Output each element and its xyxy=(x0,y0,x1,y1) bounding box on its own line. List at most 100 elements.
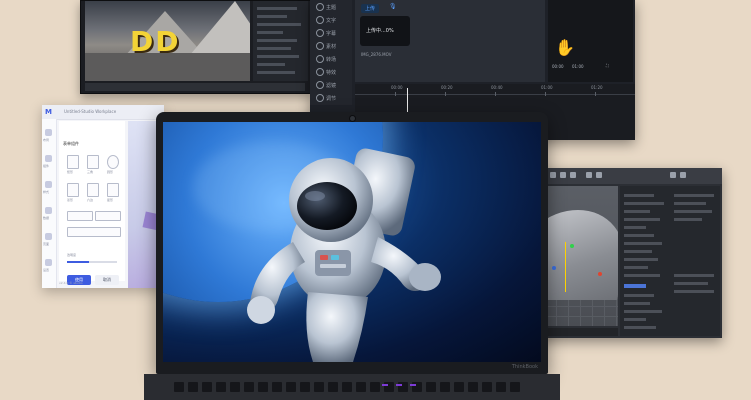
gizmo-handle-green[interactable] xyxy=(570,244,574,248)
tag-icon[interactable] xyxy=(596,172,602,178)
object-row[interactable] xyxy=(624,226,646,229)
sidebar-item-transition[interactable]: 转场 xyxy=(326,56,336,63)
property-row[interactable] xyxy=(257,47,291,50)
object-row[interactable] xyxy=(624,302,650,305)
adjust-icon[interactable] xyxy=(316,94,324,102)
settings-icon[interactable] xyxy=(45,259,52,266)
gizmo-handle-red[interactable] xyxy=(598,272,602,276)
sidebar-item-assets[interactable]: 素材 xyxy=(326,43,336,50)
property-row[interactable] xyxy=(257,71,295,74)
layout-icon[interactable] xyxy=(670,172,676,178)
data-icon[interactable] xyxy=(45,207,52,214)
nurbs-icon[interactable] xyxy=(570,172,576,178)
transition-icon[interactable] xyxy=(316,55,324,63)
object-row[interactable] xyxy=(624,294,654,297)
upload-chip[interactable]: 上传 xyxy=(361,4,380,13)
settings-icon[interactable] xyxy=(680,172,686,178)
property-row[interactable] xyxy=(257,55,299,58)
keyboard-key xyxy=(496,382,506,392)
gizmo-axis-y[interactable] xyxy=(565,242,566,292)
subtitle-icon[interactable] xyxy=(316,29,324,37)
attribute-row[interactable] xyxy=(674,202,706,205)
sidebar-item-text[interactable]: 文字 xyxy=(326,17,336,24)
component-icon[interactable] xyxy=(45,155,52,162)
property-row[interactable] xyxy=(257,7,297,10)
attribute-row[interactable] xyxy=(674,194,714,197)
material-icon[interactable] xyxy=(586,172,592,178)
keyboard-key xyxy=(370,382,380,392)
shape-rectangle-icon[interactable] xyxy=(67,155,79,169)
asset-icon[interactable] xyxy=(316,42,324,50)
sidebar-item-theme[interactable]: 主题 xyxy=(326,4,336,11)
textarea-widget-icon[interactable] xyxy=(67,227,121,237)
attribute-row[interactable] xyxy=(674,274,714,277)
keyboard-backlight xyxy=(410,384,416,386)
object-row[interactable] xyxy=(624,250,652,253)
spline-icon[interactable] xyxy=(560,172,566,178)
object-row[interactable] xyxy=(624,234,654,237)
sidebar-item-filter[interactable]: 滤镜 xyxy=(326,82,336,89)
form-editor-window: M Untitled-Studio Workplace 布局 组件 样式 数据 … xyxy=(42,105,164,288)
object-row[interactable] xyxy=(624,194,654,197)
object-row[interactable] xyxy=(624,258,658,261)
shape-triangle-icon[interactable] xyxy=(87,155,99,169)
keyboard-key xyxy=(174,382,184,392)
attribute-row[interactable] xyxy=(674,290,714,293)
video-preview-area: 上传 🎙 上传中...0% IMG_2876.MOV xyxy=(355,0,545,82)
shape-hexagon-icon[interactable] xyxy=(87,183,99,197)
filter-icon[interactable] xyxy=(316,81,324,89)
attribute-row[interactable] xyxy=(674,210,712,213)
shape-diamond-icon[interactable] xyxy=(67,183,79,197)
attribute-row[interactable] xyxy=(674,282,708,285)
timeline-tick xyxy=(445,92,446,96)
property-row[interactable] xyxy=(257,63,285,66)
theme-icon[interactable] xyxy=(316,3,324,11)
timeline-tick xyxy=(495,92,496,96)
property-row[interactable] xyxy=(257,23,301,26)
deformer-icon[interactable] xyxy=(550,172,556,178)
property-row[interactable] xyxy=(257,15,287,18)
attribute-row[interactable] xyxy=(674,218,702,221)
sidebar-item-subtitle[interactable]: 字幕 xyxy=(326,30,336,37)
fullscreen-icon[interactable]: ⛶ xyxy=(606,63,609,68)
text-icon[interactable] xyxy=(316,16,324,24)
shape-star-icon[interactable] xyxy=(107,183,119,197)
gizmo-handle-blue[interactable] xyxy=(552,266,556,270)
cancel-button[interactable]: 取消 xyxy=(95,275,119,285)
style-icon[interactable] xyxy=(45,181,52,188)
object-row[interactable] xyxy=(624,242,662,245)
object-row[interactable] xyxy=(624,326,656,329)
scene-viewport[interactable]: DD xyxy=(85,1,250,81)
object-row[interactable] xyxy=(624,310,662,313)
object-row-selected[interactable] xyxy=(624,284,646,288)
effect-icon[interactable] xyxy=(316,68,324,76)
object-row[interactable] xyxy=(624,266,648,269)
layout-icon[interactable] xyxy=(45,129,52,136)
sidebar-item-effects[interactable]: 特效 xyxy=(326,69,336,76)
astronaut-visor xyxy=(297,182,357,230)
keyboard-key xyxy=(342,382,352,392)
slider-label: 透明度 xyxy=(67,253,77,257)
input-widget-icon[interactable] xyxy=(67,211,93,221)
property-row[interactable] xyxy=(257,31,283,34)
current-time: 00:00 xyxy=(552,64,564,69)
form-footer: v2.4.0 © studio xyxy=(59,281,83,285)
astronaut-illustration xyxy=(247,148,441,362)
object-row[interactable] xyxy=(624,274,660,277)
component-panel: 表单组件 矩形 三角 圆形 菱形 六边 星形 透明度 使用 取消 xyxy=(59,121,125,285)
keyboard-key xyxy=(286,382,296,392)
property-row[interactable] xyxy=(257,39,297,42)
shape-circle-icon[interactable] xyxy=(107,155,119,169)
mic-icon[interactable]: 🎙 xyxy=(389,3,397,10)
object-manager-panel xyxy=(620,186,720,336)
form-editor-sidebar: 布局 组件 样式 数据 页面 设置 xyxy=(42,119,57,288)
object-row[interactable] xyxy=(624,218,660,221)
select-widget-icon[interactable] xyxy=(95,211,121,221)
sidebar-item-adjust[interactable]: 调节 xyxy=(326,95,336,102)
object-row[interactable] xyxy=(624,210,650,213)
keyboard-backlight xyxy=(396,384,402,386)
sidebar-label: 样式 xyxy=(43,190,50,194)
page-icon[interactable] xyxy=(45,233,52,240)
object-row[interactable] xyxy=(624,202,664,205)
object-row[interactable] xyxy=(624,318,646,321)
